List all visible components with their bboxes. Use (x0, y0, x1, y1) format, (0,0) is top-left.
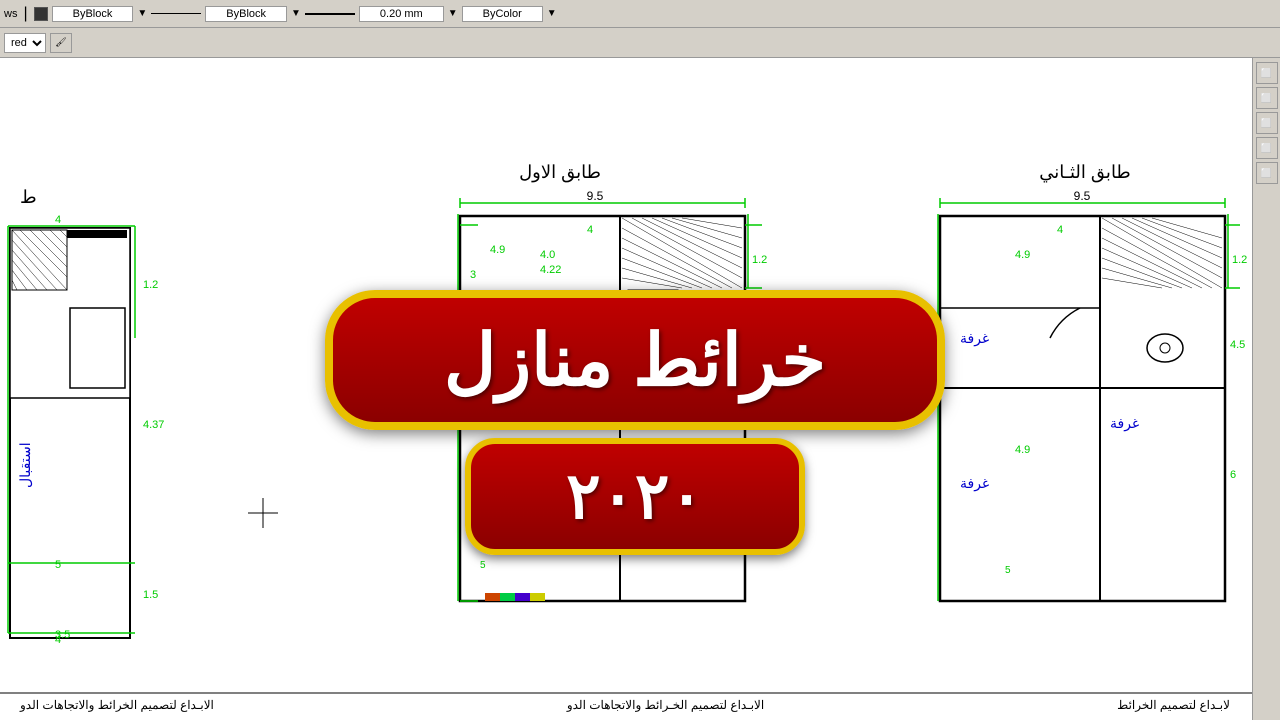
dropdown-arrow-2[interactable]: ▼ (291, 8, 301, 19)
svg-text:4: 4 (1057, 224, 1063, 236)
right-btn-1[interactable]: ⬜ (1256, 62, 1278, 84)
svg-text:4.0: 4.0 (540, 249, 555, 261)
svg-text:5: 5 (1005, 565, 1011, 576)
svg-text:1.2: 1.2 (1232, 254, 1247, 266)
main-banner-text: خرائط منازل (444, 318, 826, 402)
bottom-label-center: الابـداع لتصميم الخـرائط والاتجاهات الدو (567, 698, 764, 712)
svg-text:1.5: 1.5 (143, 589, 158, 601)
svg-text:4.9: 4.9 (1015, 249, 1030, 261)
right-btn-2[interactable]: ⬜ (1256, 87, 1278, 109)
svg-text:5: 5 (55, 559, 61, 571)
room-bedroom2-label: غرفة (1110, 415, 1139, 432)
floor-left-label: ط (20, 187, 37, 207)
sub-banner: ٢٠٢٠ (465, 438, 805, 555)
bottom-labels: الابـداع لتصميم الخرائط والاتجاهات الدو … (0, 698, 1250, 712)
svg-text:4: 4 (55, 214, 61, 226)
byblock-label-1: ByBlock (52, 6, 134, 22)
room-bedroom1-label: غرفة (960, 330, 989, 347)
toolbar-second: red 🖌 (0, 28, 1280, 58)
svg-text:4.22: 4.22 (540, 264, 561, 276)
svg-text:3.5: 3.5 (55, 629, 70, 641)
sub-banner-text: ٢٠٢٠ (566, 459, 704, 534)
color-select[interactable]: red (4, 33, 46, 53)
separator-line-2 (305, 13, 355, 15)
svg-text:4: 4 (587, 224, 593, 236)
svg-text:1.2: 1.2 (752, 254, 767, 266)
dropdown-arrow-3[interactable]: ▼ (448, 8, 458, 19)
byblock-label-3: 0.20 mm (359, 6, 444, 22)
toolbar-spacer: ws (4, 8, 17, 20)
svg-text:4.37: 4.37 (143, 419, 164, 431)
svg-text:3: 3 (470, 269, 476, 281)
bottom-label-left: الابـداع لتصميم الخرائط والاتجاهات الدو (20, 698, 214, 712)
svg-text:4.9: 4.9 (1015, 444, 1030, 456)
svg-text:6: 6 (1230, 469, 1236, 481)
dropdown-arrow-1[interactable]: ▼ (137, 8, 147, 19)
banner-container: خرائط منازل ٢٠٢٠ (310, 290, 960, 555)
bottom-label-right: لابـداع لتصميم الخرائط (1117, 698, 1230, 712)
separator-line (151, 13, 201, 14)
svg-text:4.9: 4.9 (490, 244, 505, 256)
color-dropdown-wrapper[interactable]: red (4, 33, 46, 53)
paint-brush-button[interactable]: 🖌 (50, 33, 72, 53)
floor2-title: طابق الثـاني (1039, 162, 1131, 183)
toolbar-separator: | (23, 5, 27, 23)
svg-text:4.5: 4.5 (1230, 339, 1245, 351)
dropdown-arrow-4[interactable]: ▼ (547, 8, 557, 19)
color-box (34, 7, 48, 21)
floor1-title: طابق الاول (519, 162, 601, 183)
bycolor-label: ByColor (462, 6, 543, 22)
svg-text:9.5: 9.5 (587, 189, 604, 203)
svg-text:5: 5 (480, 560, 486, 571)
right-panel: ⬜ ⬜ ⬜ ⬜ ⬜ (1252, 58, 1280, 720)
right-btn-5[interactable]: ⬜ (1256, 162, 1278, 184)
main-banner: خرائط منازل (325, 290, 945, 430)
toolbar-top: ws | ByBlock ▼ ByBlock ▼ 0.20 mm ▼ ByCol… (0, 0, 1280, 28)
crosshair-cursor (248, 498, 278, 528)
right-btn-3[interactable]: ⬜ (1256, 112, 1278, 134)
right-btn-4[interactable]: ⬜ (1256, 137, 1278, 159)
byblock-label-2: ByBlock (205, 6, 287, 22)
svg-text:9.5: 9.5 (1074, 189, 1091, 203)
svg-text:1.2: 1.2 (143, 279, 158, 291)
room-reception-label: استقبال (17, 442, 33, 488)
room-bedroom3-label: غرفة (960, 475, 989, 492)
